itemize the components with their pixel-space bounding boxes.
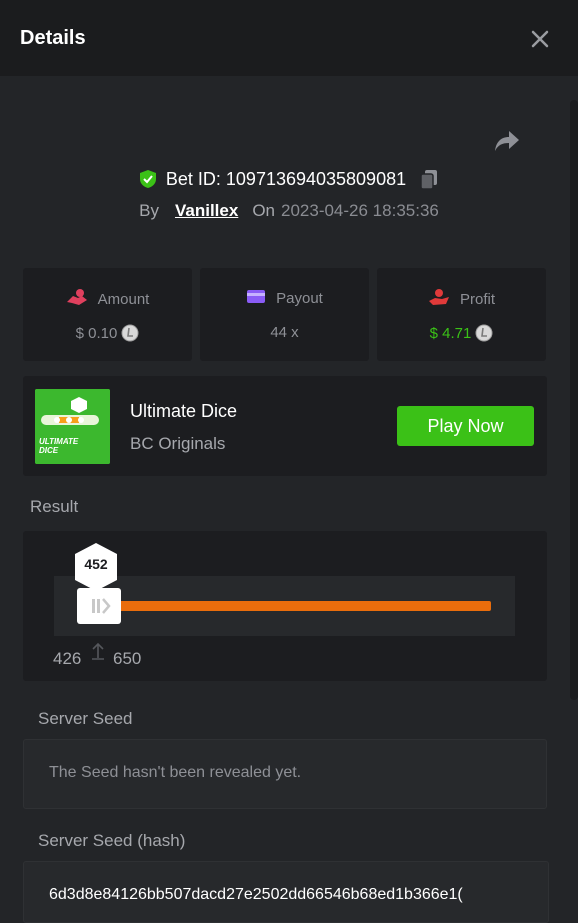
game-provider: BC Originals [130, 434, 226, 453]
coin-icon [121, 324, 139, 342]
server-seed-label: Server Seed [38, 709, 133, 728]
play-now-button[interactable]: Play Now [397, 406, 534, 446]
arrow-up-icon [91, 641, 105, 666]
bet-date: 2023-04-26 18:35:36 [281, 201, 439, 220]
result-label: Result [30, 497, 79, 516]
profit-hand-icon [428, 288, 450, 310]
bet-meta-row: By Vanillex On 2023-04-26 18:35:36 [0, 199, 578, 223]
result-range-bar [113, 601, 491, 611]
server-seed-value: The Seed hasn't been revealed yet. [49, 764, 302, 781]
result-panel: 452 426 650 [23, 531, 547, 681]
copy-icon[interactable] [418, 168, 440, 190]
thumb-title-line1: ULTIMATE [39, 437, 79, 446]
thumb-title-line2: DICE [39, 446, 59, 455]
game-name[interactable]: Ultimate Dice [130, 401, 237, 422]
game-thumbnail[interactable]: ULTIMATE DICE [35, 389, 110, 464]
wallet-icon [246, 288, 266, 308]
payout-label: Payout [276, 289, 323, 307]
server-seed-hash-label: Server Seed (hash) [38, 831, 186, 850]
profit-label: Profit [459, 290, 495, 308]
roll-result: 452 [84, 556, 108, 572]
bet-hand-icon [66, 288, 88, 310]
coin-icon [475, 324, 493, 342]
by-label: By [139, 201, 159, 220]
game-card: ULTIMATE DICE Ultimate Dice BC Originals… [23, 376, 547, 476]
range-low: 426 [53, 649, 82, 668]
profit-value: $ 4.71 [429, 324, 472, 342]
page-title: Details [20, 27, 86, 49]
user-link[interactable]: Vanillex [175, 201, 238, 221]
server-seed-field[interactable]: The Seed hasn't been revealed yet. [23, 739, 547, 809]
details-header: Details [0, 0, 578, 76]
amount-value: $ 0.10 [75, 324, 118, 342]
share-icon[interactable] [493, 128, 521, 154]
bet-id: Bet ID: 109713694035809081 [165, 168, 407, 189]
shield-check-icon [138, 169, 158, 189]
roll-result-bubble: 452 [73, 542, 119, 592]
server-seed-hash-value: 6d3d8e84126bb507dacd27e2502dd66546b68ed1… [49, 886, 463, 903]
on-label: On [252, 201, 275, 220]
amount-card: Amount $ 0.10 [23, 268, 192, 361]
server-seed-hash-field[interactable]: 6d3d8e84126bb507dacd27e2502dd66546b68ed1… [23, 861, 549, 923]
payout-card: Payout 44 x [200, 268, 369, 361]
range-high: 650 [113, 649, 142, 668]
profit-card: Profit $ 4.71 [377, 268, 546, 361]
close-icon[interactable] [527, 26, 553, 52]
result-slider-handle [77, 588, 121, 624]
bet-id-row: Bet ID: 109713694035809081 [0, 166, 578, 192]
amount-label: Amount [97, 290, 150, 308]
payout-value: 44 x [270, 324, 299, 341]
